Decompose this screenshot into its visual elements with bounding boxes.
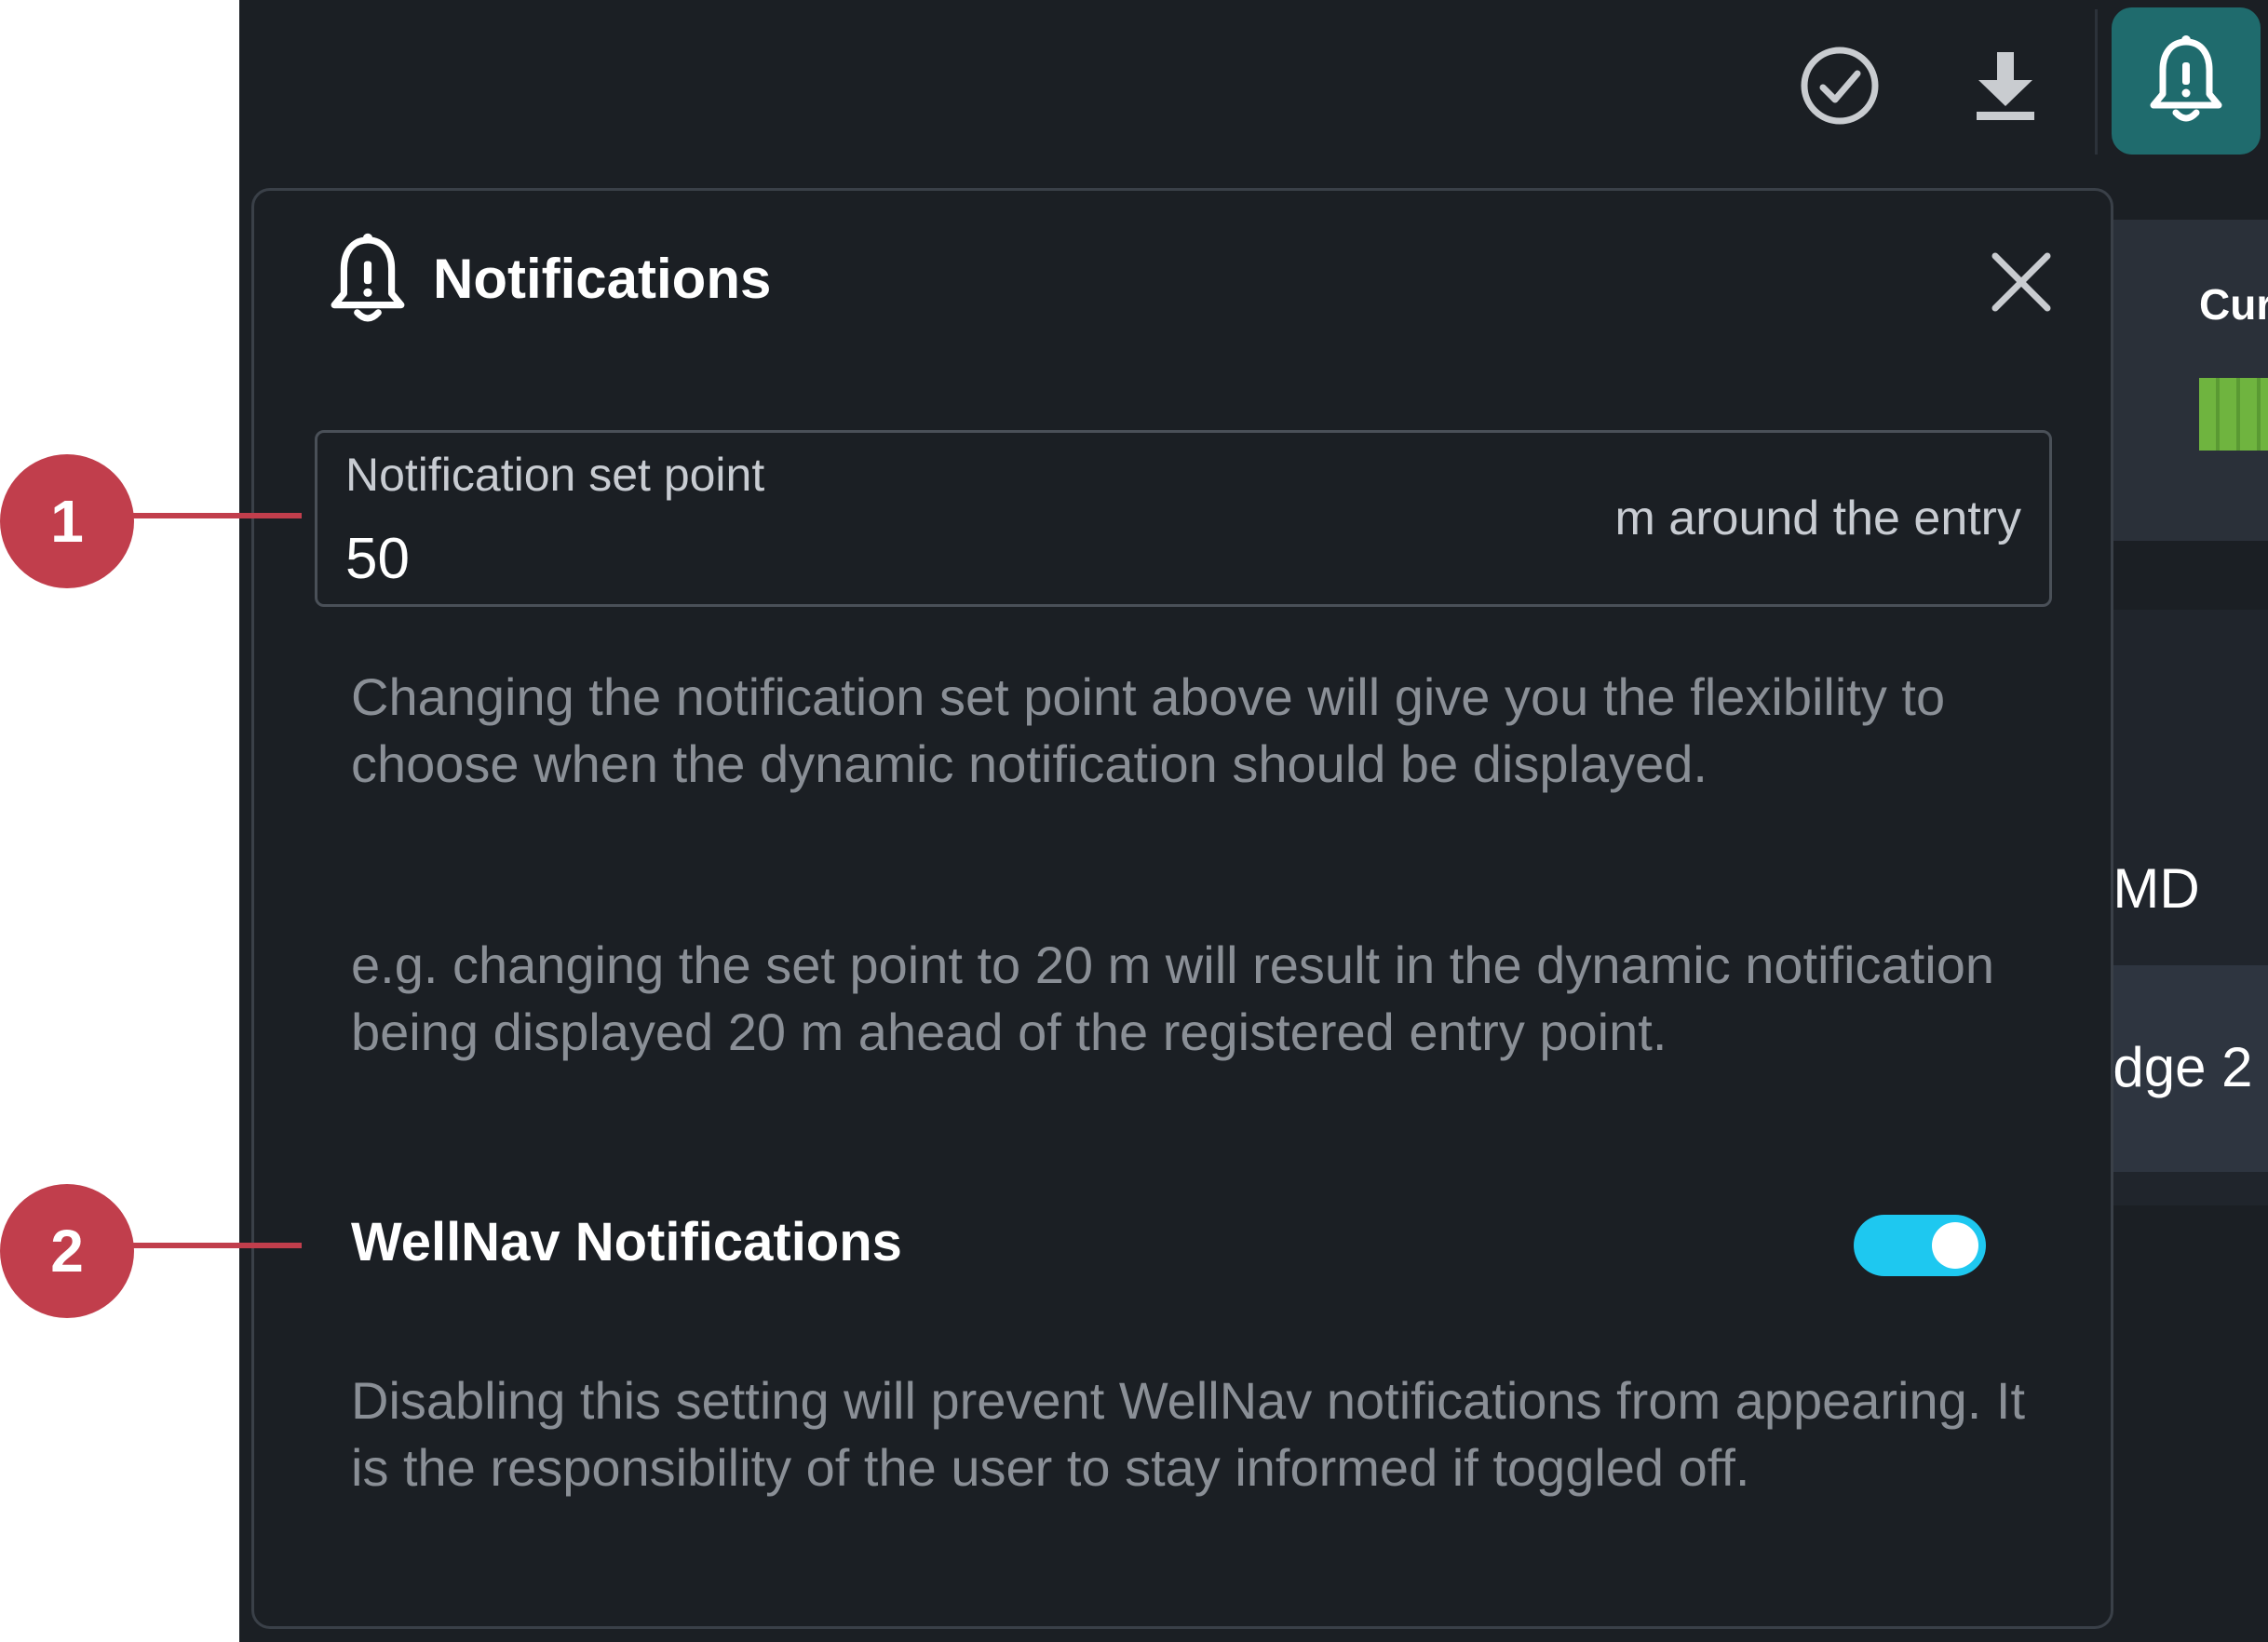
callout-badge: 1 xyxy=(0,454,134,588)
callout-badge: 2 xyxy=(0,1184,134,1318)
wellnav-label: WellNav Notifications xyxy=(351,1212,902,1272)
download-icon xyxy=(1977,52,2034,120)
popover-title: Notifications xyxy=(433,248,772,310)
wellnav-toggle[interactable] xyxy=(1854,1215,1986,1276)
callout-line xyxy=(130,1243,302,1248)
background-status-bar xyxy=(2199,378,2268,451)
wellnav-description: Disabling this setting will prevent Well… xyxy=(351,1371,2026,1497)
toggle-knob xyxy=(1932,1222,1978,1269)
check-circle-button[interactable] xyxy=(1791,37,1888,134)
bell-alert-icon xyxy=(331,233,405,322)
notifications-button[interactable] xyxy=(2112,7,2261,155)
callout-line xyxy=(130,513,302,518)
toolbar-divider xyxy=(2095,9,2098,155)
setpoint-suffix: m around the entry xyxy=(1614,491,2021,545)
notifications-popover: Notifications Notification set point m a… xyxy=(251,188,2113,1629)
setpoint-example: e.g. changing the set point to 20 m will… xyxy=(351,935,1994,1061)
background-card-label: Cur xyxy=(2199,280,2268,329)
check-circle-icon xyxy=(1801,47,1879,125)
setpoint-field[interactable]: Notification set point m around the entr… xyxy=(315,430,2052,607)
setpoint-label: Notification set point xyxy=(345,449,765,501)
download-button[interactable] xyxy=(1957,37,2054,134)
close-icon[interactable] xyxy=(1986,247,2057,317)
bell-alert-icon xyxy=(2150,35,2222,122)
setpoint-input[interactable]: 50 xyxy=(345,526,410,592)
setpoint-description: Changing the notification set point abov… xyxy=(351,667,1946,793)
